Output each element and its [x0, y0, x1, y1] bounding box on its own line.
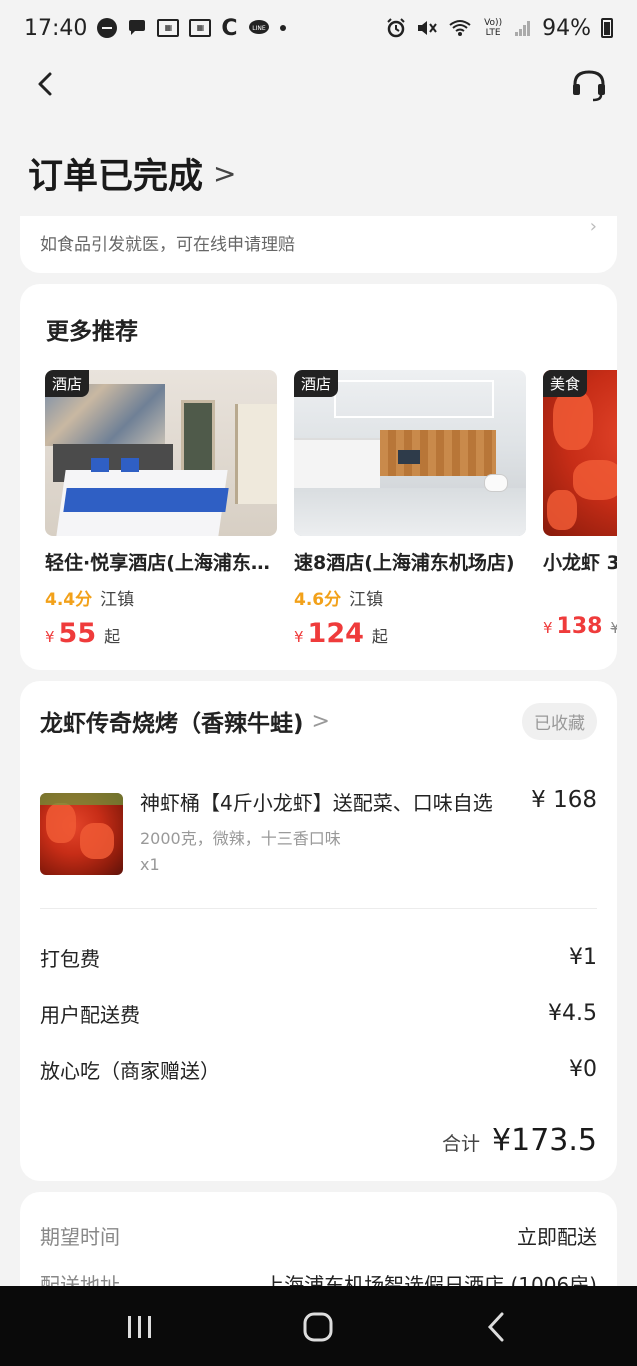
status-bar: 17:40 ▦ ▦ C LINE Vo)) LTE 94%	[0, 0, 637, 56]
wifi-icon	[448, 18, 472, 38]
fee-amount: ¥1	[569, 944, 597, 970]
goods-name: 神虾桶【4斤小龙虾】送配菜、口味自选	[140, 791, 493, 815]
delivery-label: 期望时间	[40, 1224, 120, 1249]
home-button[interactable]	[298, 1310, 338, 1344]
currency-symbol: ¥	[45, 628, 55, 646]
rating-score: 4.4分	[45, 590, 93, 610]
fee-label: 放心吃（商家赠送）	[40, 1058, 220, 1083]
app-grid-icon: ▦	[157, 19, 180, 37]
fee-amount: ¥4.5	[548, 1000, 597, 1026]
insurance-text: 如食品引发就医，可在线申请理赔	[40, 235, 295, 255]
total-amount: ¥173.5	[492, 1123, 597, 1158]
recommend-price: ¥ 124 起	[294, 618, 526, 649]
app-grid-icon: ▦	[189, 19, 212, 37]
customer-service-button[interactable]	[569, 66, 609, 106]
home-icon	[303, 1312, 333, 1342]
chevron-right-icon: >	[213, 156, 237, 190]
recommend-item[interactable]: 酒店 速8酒店(上海浦东机场店) 4.6分 江镇 ¥ 124 起	[294, 370, 526, 649]
line-icon: LINE	[248, 19, 270, 37]
recommend-name: 轻住·悦享酒店(上海浦东机场店)	[45, 552, 277, 574]
price-value: 124	[307, 618, 364, 649]
mute-icon	[416, 18, 438, 38]
recommend-meta: 4.4分 江镇	[45, 585, 277, 610]
price-value: 55	[58, 618, 97, 649]
recommend-list: 酒店 轻住·悦享酒店(上海浦东机场店) 4.4分 江镇 ¥ 55 起 酒店 速8…	[45, 370, 617, 649]
recent-apps-icon	[128, 1316, 151, 1338]
shop-name[interactable]: 龙虾传奇烧烤（香辣牛蛙)	[40, 704, 304, 738]
category-tag: 美食	[543, 370, 588, 397]
order-detail-card: 龙虾传奇烧烤（香辣牛蛙) > 已收藏 神虾桶【4斤小龙虾】送配菜、口味自选 ¥ …	[20, 681, 617, 1181]
fee-row-insurance: 放心吃（商家赠送） ¥0	[40, 1054, 597, 1084]
recommend-title: 更多推荐	[46, 319, 138, 345]
fee-row-delivery: 用户配送费 ¥4.5	[40, 998, 597, 1028]
goods-spec: 2000克，微辣，十三香口味	[140, 829, 341, 848]
price-value: 138	[556, 614, 603, 639]
chevron-right-icon[interactable]: >	[312, 709, 330, 734]
food-photo: 美食	[543, 370, 617, 536]
fee-row-packing: 打包费 ¥1	[40, 942, 597, 972]
fee-amount: ¥0	[569, 1056, 597, 1082]
goods-thumbnail	[40, 793, 123, 875]
category-tag: 酒店	[294, 370, 339, 397]
alarm-icon	[386, 18, 406, 38]
location: 江镇	[100, 590, 135, 610]
order-status-text: 订单已完成	[28, 156, 204, 197]
currency-symbol: ¥	[294, 628, 304, 646]
original-price: ¥2	[610, 619, 617, 637]
headset-icon	[573, 70, 605, 102]
shop-header: 龙虾传奇烧烤（香辣牛蛙) > 已收藏	[40, 702, 597, 740]
status-time: 17:40	[24, 15, 88, 41]
divider	[40, 908, 597, 909]
dot-icon	[279, 25, 286, 31]
goods-price: ¥ 168	[531, 787, 597, 813]
recommend-price: ¥ 55 起	[45, 618, 277, 649]
minus-circle-icon	[97, 18, 118, 38]
order-status-title[interactable]: 订单已完成 >	[28, 148, 236, 198]
top-nav	[0, 56, 637, 116]
recommend-name: 小龙虾 3	[543, 552, 617, 574]
chevron-right-icon: ›	[589, 216, 597, 237]
recommend-item[interactable]: 美食 小龙虾 3 ¥ 138 ¥2	[543, 370, 617, 649]
goods-item[interactable]: 神虾桶【4斤小龙虾】送配菜、口味自选 ¥ 168 2000克，微辣，十三香口味 …	[40, 781, 597, 891]
favorite-button[interactable]: 已收藏	[522, 702, 597, 740]
category-tag: 酒店	[45, 370, 90, 397]
battery-icon	[601, 18, 613, 38]
chevron-left-icon	[38, 72, 52, 96]
hotel-photo: 酒店	[294, 370, 526, 536]
order-total: 合计 ¥173.5	[442, 1123, 597, 1158]
recommend-meta	[543, 585, 617, 606]
back-icon	[487, 1312, 504, 1342]
system-back-button[interactable]	[478, 1310, 518, 1344]
battery-percent: 94%	[542, 15, 591, 41]
fee-label: 用户配送费	[40, 1002, 140, 1027]
price-suffix: 起	[371, 627, 388, 646]
chat-bubble-icon	[127, 19, 147, 37]
recommend-meta: 4.6分 江镇	[294, 585, 526, 610]
system-nav-bar	[0, 1286, 637, 1366]
volte-icon: Vo)) LTE	[484, 18, 503, 38]
location: 江镇	[349, 590, 384, 610]
recommend-item[interactable]: 酒店 轻住·悦享酒店(上海浦东机场店) 4.4分 江镇 ¥ 55 起	[45, 370, 277, 649]
goods-quantity: x1	[140, 855, 160, 874]
back-button[interactable]	[28, 66, 68, 106]
recommend-card: 更多推荐 酒店 轻住·悦享酒店(上海浦东机场店) 4.4分 江镇 ¥ 55 起 …	[20, 284, 617, 670]
svg-text:LINE: LINE	[252, 25, 266, 32]
price-suffix: 起	[104, 627, 121, 646]
rating-score: 4.6分	[294, 590, 342, 610]
delivery-row-time: 期望时间 立即配送	[40, 1220, 597, 1250]
recent-apps-button[interactable]	[120, 1310, 160, 1344]
insurance-card[interactable]: 如食品引发就医，可在线申请理赔 ›	[20, 216, 617, 273]
recommend-price: ¥ 138 ¥2	[543, 614, 617, 639]
fee-label: 打包费	[40, 946, 100, 971]
c-app-icon: C	[221, 15, 238, 41]
signal-icon	[514, 19, 532, 37]
total-label: 合计	[442, 1133, 481, 1155]
delivery-value: 立即配送	[517, 1224, 597, 1249]
hotel-photo: 酒店	[45, 370, 277, 536]
currency-symbol: ¥	[543, 619, 553, 637]
recommend-name: 速8酒店(上海浦东机场店)	[294, 552, 515, 574]
